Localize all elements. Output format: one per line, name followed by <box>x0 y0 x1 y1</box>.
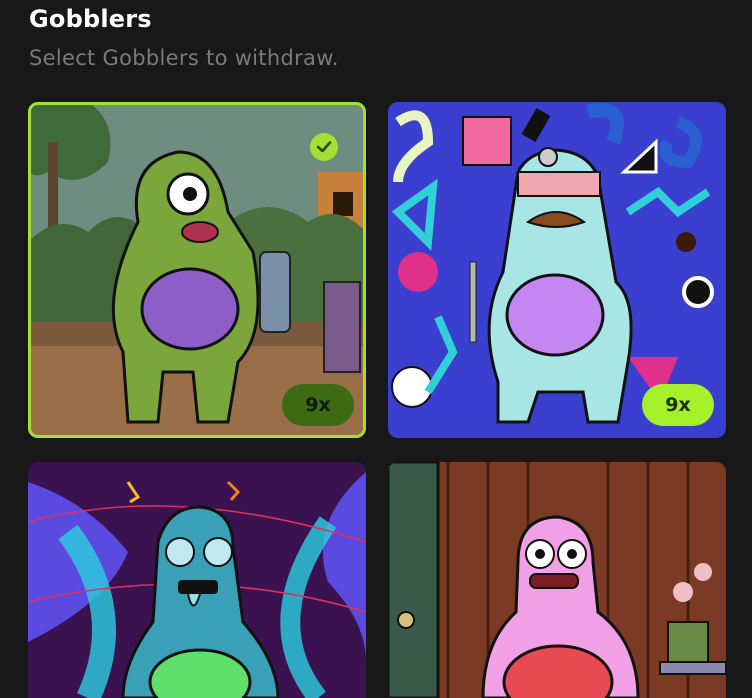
gobbler-grid: 9x 9x <box>28 102 726 698</box>
gobbler-image <box>28 462 366 698</box>
multiplier-badge: 9x <box>642 384 714 426</box>
gobbler-card[interactable] <box>28 462 366 698</box>
multiplier-badge: 9x <box>282 384 354 426</box>
page-subtitle: Select Gobblers to withdraw. <box>29 46 339 70</box>
gobbler-card[interactable] <box>388 462 726 698</box>
gobbler-card[interactable]: 9x <box>28 102 366 438</box>
gobbler-image <box>388 462 726 698</box>
selected-check-icon <box>310 133 338 161</box>
page-title: Gobblers <box>29 5 152 33</box>
gobbler-card[interactable]: 9x <box>388 102 726 438</box>
